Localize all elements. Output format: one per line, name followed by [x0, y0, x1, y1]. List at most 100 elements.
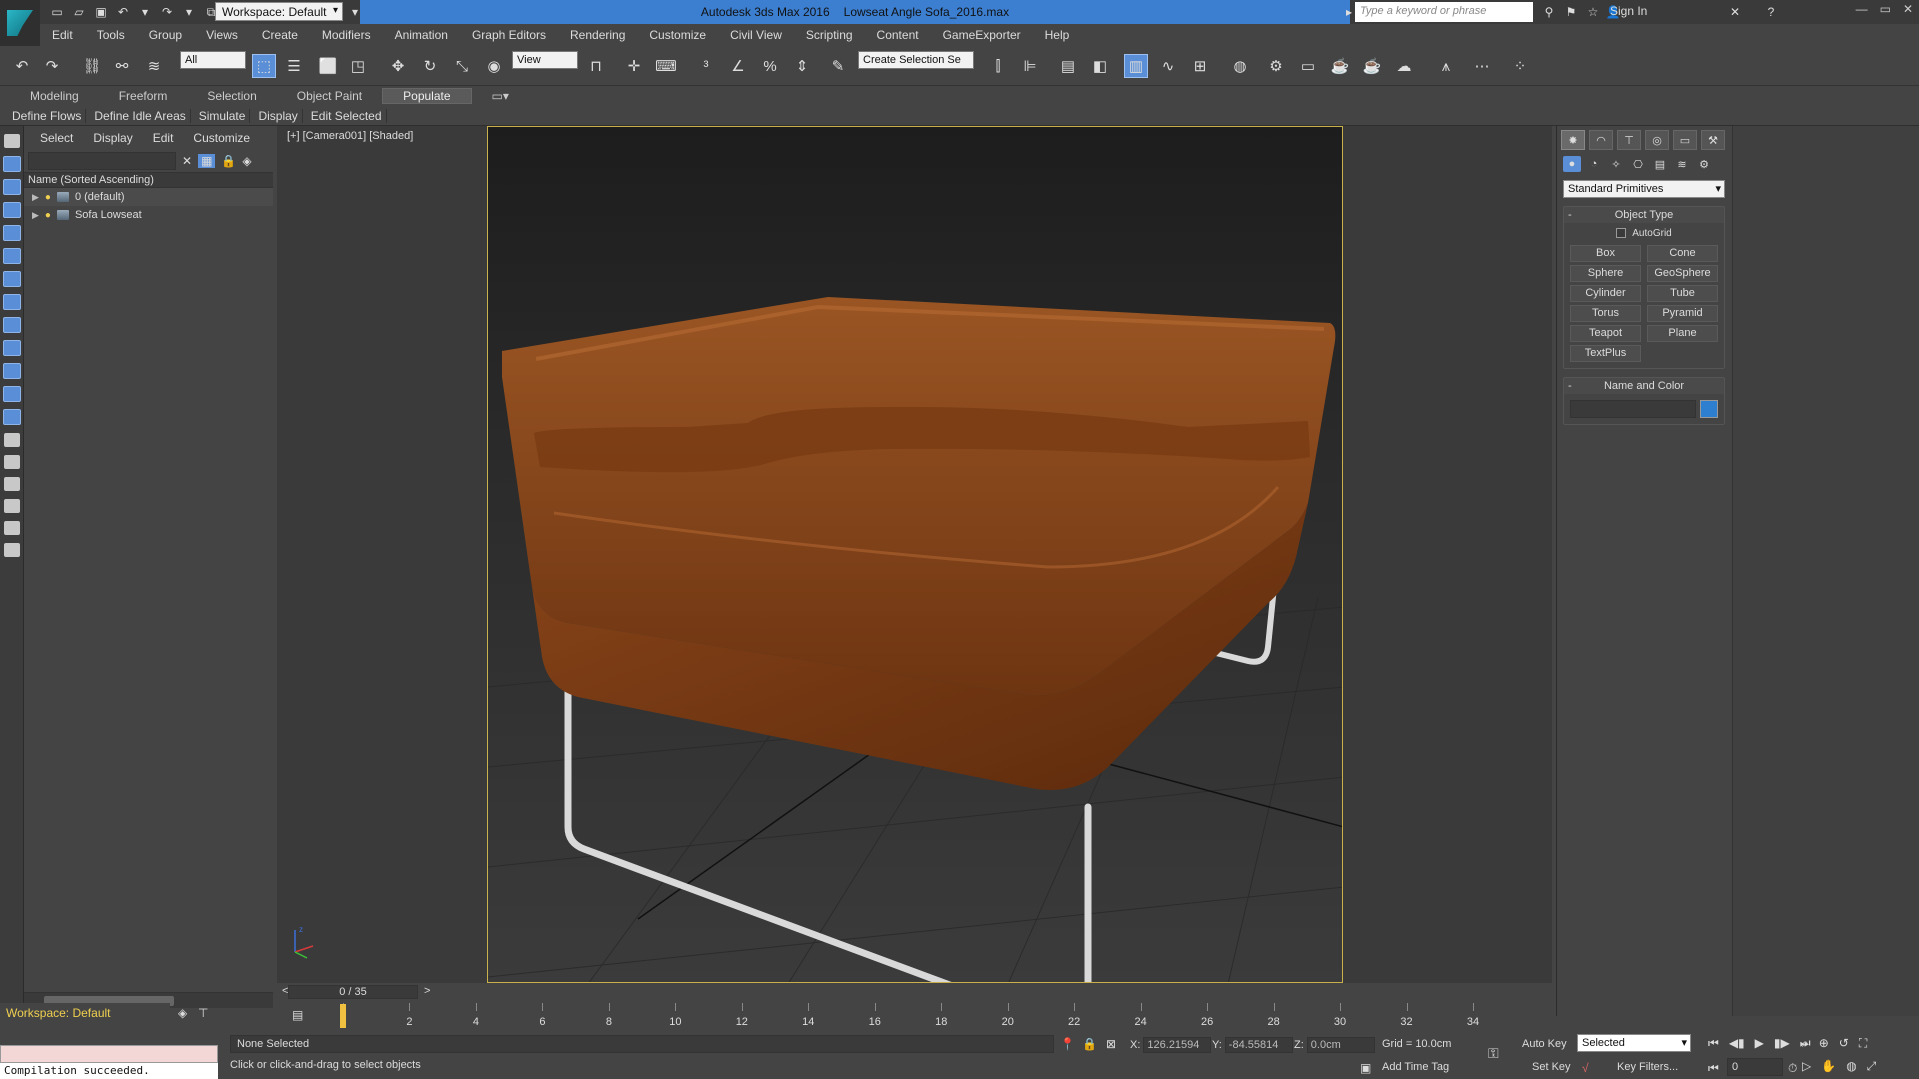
named-selection-set-dropdown[interactable]: Create Selection Se	[858, 51, 974, 69]
selection-lock-icon[interactable]: 🔒	[1082, 1037, 1097, 1051]
scene-column-header[interactable]: Name (Sorted Ascending)	[24, 172, 273, 188]
systems-category-icon[interactable]: ⚙	[1695, 156, 1713, 172]
window-crossing-icon[interactable]: ◳	[346, 54, 370, 78]
binoculars-icon[interactable]: ⚲	[1540, 3, 1558, 21]
x-value-field[interactable]: 126.21594	[1143, 1037, 1212, 1053]
invert-display-icon[interactable]	[4, 477, 20, 491]
define-flows-button[interactable]: Define Flows	[8, 108, 87, 123]
filter-toggle-icon[interactable]: ▦	[198, 154, 216, 168]
modify-tab-icon[interactable]: ◠	[1589, 130, 1613, 150]
scene-menu-customize[interactable]: Customize	[183, 131, 260, 145]
scene-explorer-toggle-icon[interactable]: ▤	[1056, 54, 1080, 78]
object-category-dropdown[interactable]: Standard Primitives	[1563, 180, 1725, 198]
display-shapes-icon[interactable]	[3, 179, 21, 195]
redo-icon[interactable]: ↷	[158, 3, 176, 21]
rendered-frame-window-icon[interactable]: ▭	[1296, 54, 1320, 78]
move-icon[interactable]: ✥	[386, 54, 410, 78]
zoom-all-icon[interactable]: ⊕	[1819, 1036, 1829, 1051]
spinner-snap-icon[interactable]: ⇕	[790, 54, 814, 78]
workspace-dropdown[interactable]: Workspace: Default	[215, 2, 343, 21]
sign-in-link[interactable]: Sign In	[1610, 4, 1647, 18]
tab-selection[interactable]: Selection	[187, 89, 276, 103]
ribbon-toggle-icon[interactable]: ▥	[1124, 54, 1148, 78]
define-idle-areas-button[interactable]: Define Idle Areas	[90, 108, 191, 123]
object-color-swatch[interactable]	[1700, 400, 1718, 418]
menu-gameexporter[interactable]: GameExporter	[931, 28, 1033, 42]
lock-icon[interactable]: 🔒	[221, 154, 236, 168]
app-logo[interactable]	[0, 0, 40, 46]
help-icon[interactable]: ?	[1762, 3, 1780, 21]
sync-selection-icon[interactable]	[4, 543, 20, 557]
utilities-tab-icon[interactable]: ⚒	[1701, 130, 1725, 150]
display-helpers-icon[interactable]	[3, 248, 21, 264]
workspace-label-bottom[interactable]: Workspace: Default	[0, 1003, 170, 1023]
mirror-icon[interactable]: ⫿	[986, 54, 1010, 78]
autogrid-checkbox[interactable]: AutoGrid	[1564, 225, 1724, 241]
teapot-button[interactable]: Teapot	[1570, 325, 1641, 342]
unlink-icon[interactable]: ⚯	[110, 54, 134, 78]
select-by-name-icon[interactable]: ☰	[282, 54, 306, 78]
undo-dropdown-icon[interactable]: ▾	[136, 3, 154, 21]
render-production-icon[interactable]: ☕	[1328, 54, 1352, 78]
key-icon[interactable]: ⚿	[1488, 1045, 1499, 1062]
snaps-toggle-icon[interactable]: ³	[694, 54, 718, 78]
set-key-button[interactable]: Set Key	[1532, 1061, 1571, 1073]
menu-edit[interactable]: Edit	[40, 28, 85, 42]
civil-view-icon[interactable]: ⩚	[1434, 54, 1458, 78]
key-mode-toggle-icon[interactable]: ⏮	[1708, 1061, 1719, 1076]
menu-tools[interactable]: Tools	[85, 28, 137, 42]
helpers-category-icon[interactable]: ▤	[1651, 156, 1669, 172]
absolute-mode-icon[interactable]: ⊠	[1106, 1037, 1116, 1051]
new-file-icon[interactable]: ▭	[48, 3, 66, 21]
pan-icon[interactable]: ✋	[1821, 1059, 1836, 1074]
edit-named-selection-icon[interactable]: ✎	[826, 54, 850, 78]
place-icon[interactable]: ◉	[482, 54, 506, 78]
layer-manager-icon[interactable]: ◧	[1088, 54, 1112, 78]
textplus-button[interactable]: TextPlus	[1570, 345, 1641, 362]
tab-populate[interactable]: Populate	[382, 88, 472, 104]
bind-to-space-warp-icon[interactable]: ≋	[142, 54, 166, 78]
layer-toggle-icon[interactable]: ◈	[178, 1006, 187, 1020]
geometry-category-icon[interactable]: ●	[1563, 156, 1581, 172]
maximize-icon[interactable]: ▭	[1880, 2, 1891, 16]
display-all-icon[interactable]	[4, 433, 20, 447]
expand-arrow-icon[interactable]: ▶	[32, 210, 39, 221]
box-button[interactable]: Box	[1570, 245, 1641, 262]
time-configuration-icon[interactable]: ⏱	[1788, 1061, 1797, 1076]
schematic-view-icon[interactable]: ⊞	[1188, 54, 1212, 78]
scene-menu-edit[interactable]: Edit	[143, 131, 184, 145]
find-icon[interactable]	[4, 521, 20, 535]
auto-key-button[interactable]: Auto Key	[1522, 1038, 1567, 1050]
maximize-toggle-icon[interactable]: ⤢	[1867, 1059, 1877, 1074]
menu-group[interactable]: Group	[137, 28, 194, 42]
menu-modifiers[interactable]: Modifiers	[310, 28, 383, 42]
rectangular-selection-icon[interactable]: ⬜	[316, 54, 340, 78]
scene-row[interactable]: ▶ ● 0 (default)	[24, 188, 273, 206]
maximize-viewport-icon[interactable]: ⛶	[1859, 1036, 1867, 1051]
menu-customize[interactable]: Customize	[637, 28, 718, 42]
display-none-icon[interactable]	[4, 134, 20, 148]
tab-modeling[interactable]: Modeling	[10, 89, 99, 103]
zoom-icon[interactable]: ⌕	[1802, 1036, 1809, 1051]
redo-dropdown-icon[interactable]: ▾	[180, 3, 198, 21]
undo-icon[interactable]: ↶	[10, 54, 34, 78]
render-in-cloud-icon[interactable]: ☁	[1392, 54, 1416, 78]
layer-explorer-icon[interactable]: ◈	[242, 154, 251, 168]
material-editor-icon[interactable]: ◍	[1228, 54, 1252, 78]
space-warps-category-icon[interactable]: ≋	[1673, 156, 1691, 172]
save-icon[interactable]: ▣	[92, 3, 110, 21]
viewport[interactable]: [+] [Camera001] [Shaded] z	[277, 126, 1552, 983]
tab-object-paint[interactable]: Object Paint	[277, 89, 382, 103]
clear-search-icon[interactable]: ✕	[182, 154, 192, 168]
reference-coordinate-dropdown[interactable]: View	[512, 51, 578, 69]
scene-row[interactable]: ▶ ● Sofa Lowseat	[24, 206, 273, 224]
checkbox-box[interactable]	[1616, 228, 1627, 238]
menu-animation[interactable]: Animation	[383, 28, 460, 42]
hierarchy-toggle-icon[interactable]: ⊤	[198, 1006, 208, 1020]
field-of-view-icon[interactable]: ▷	[1802, 1059, 1811, 1074]
play-icon[interactable]: ▶	[1755, 1036, 1764, 1051]
sphere-button[interactable]: Sphere	[1570, 265, 1641, 282]
timeline-ruler[interactable]: 2 4 6 8 10 12 14 16 18 20 22 24 26 28 30 32 34	[335, 1003, 1505, 1029]
exchange-apps-icon[interactable]: ✕	[1726, 3, 1744, 21]
maxscript-input[interactable]	[0, 1045, 218, 1063]
